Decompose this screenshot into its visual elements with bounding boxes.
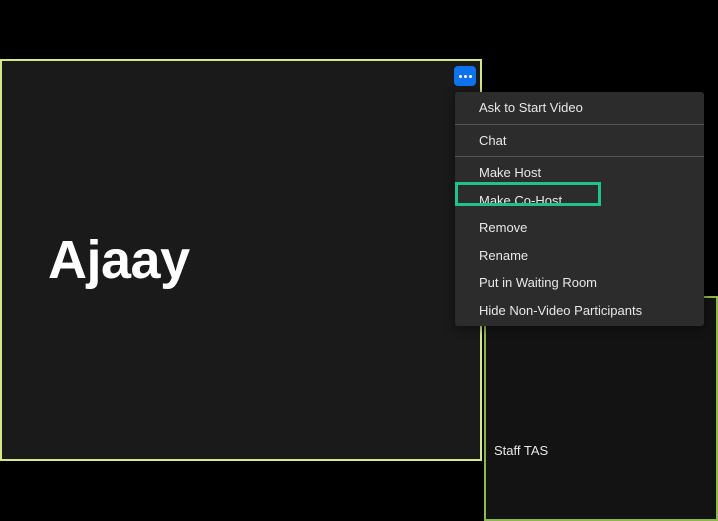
menu-separator	[455, 156, 704, 157]
menu-item-make-host[interactable]: Make Host	[455, 159, 704, 187]
side-participant-label: Staff TAS	[489, 441, 553, 460]
participant-context-menu: Ask to Start Video Chat Make Host Make C…	[455, 92, 704, 326]
menu-separator	[455, 124, 704, 125]
menu-item-remove[interactable]: Remove	[455, 214, 704, 242]
more-options-button[interactable]	[454, 66, 476, 86]
menu-item-ask-start-video[interactable]: Ask to Start Video	[455, 94, 704, 122]
menu-item-rename[interactable]: Rename	[455, 242, 704, 270]
menu-item-hide-nonvideo[interactable]: Hide Non-Video Participants	[455, 297, 704, 325]
menu-item-waiting-room[interactable]: Put in Waiting Room	[455, 269, 704, 297]
menu-item-make-cohost[interactable]: Make Co-Host	[455, 187, 704, 215]
main-participant-tile[interactable]: Ajaay	[0, 59, 482, 461]
menu-item-chat[interactable]: Chat	[455, 127, 704, 155]
side-participant-tile[interactable]	[484, 296, 718, 521]
more-icon	[459, 75, 472, 78]
participant-name: Ajaay	[48, 229, 190, 291]
